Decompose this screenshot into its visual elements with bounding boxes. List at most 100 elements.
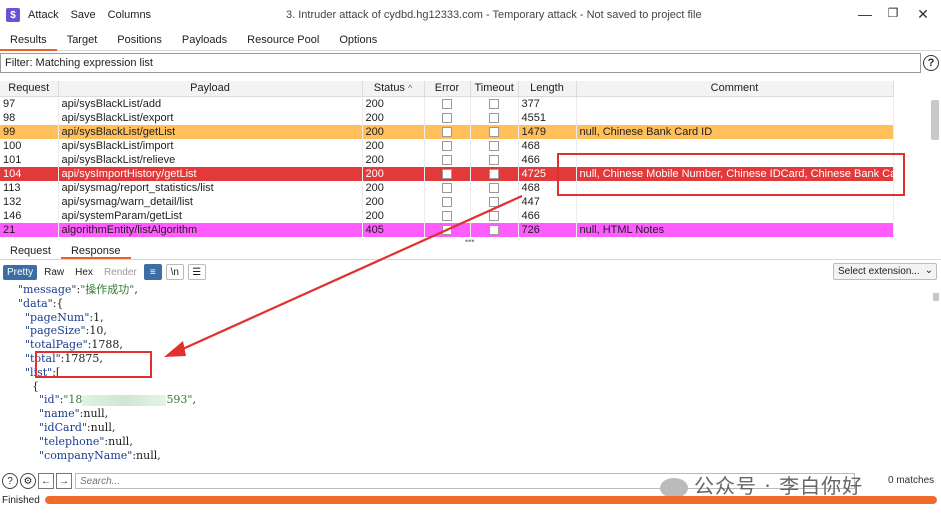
message-tabs: Request Response: [0, 242, 941, 260]
cell-length: 726: [518, 222, 577, 237]
code-line: "totalPage":1788,: [24, 338, 123, 352]
cell-error: [424, 208, 471, 223]
cell-payload: algorithmEntity/listAlgorithm: [58, 222, 363, 237]
main-tabs: Results Target Positions Payloads Resour…: [0, 31, 941, 51]
tab-results[interactable]: Results: [0, 31, 57, 51]
error-checkbox[interactable]: [442, 98, 452, 109]
timeout-checkbox[interactable]: [489, 224, 499, 235]
cell-status: 405: [362, 222, 425, 237]
raw-button[interactable]: Raw: [40, 265, 68, 280]
timeout-checkbox[interactable]: [489, 154, 499, 165]
table-row[interactable]: 21 algorithmEntity/listAlgorithm 405 726…: [0, 222, 894, 237]
close-icon[interactable]: ✕: [913, 6, 933, 23]
cell-error: [424, 110, 471, 125]
cell-request: 101: [0, 152, 59, 167]
error-checkbox[interactable]: [442, 126, 452, 137]
cell-error: [424, 166, 471, 181]
progress-fill: [45, 496, 937, 504]
cell-timeout: [470, 208, 519, 223]
cell-status: 200: [362, 194, 425, 209]
table-row[interactable]: 146 api/systemParam/getList 200 466: [0, 208, 894, 223]
error-checkbox[interactable]: [442, 112, 452, 123]
timeout-checkbox[interactable]: [489, 98, 499, 109]
tab-payloads[interactable]: Payloads: [172, 31, 237, 51]
error-checkbox[interactable]: [442, 154, 452, 165]
cell-length: 377: [518, 96, 577, 111]
error-checkbox[interactable]: [442, 182, 452, 193]
code-line: "message":"操作成功",: [18, 283, 138, 296]
cell-error: [424, 194, 471, 209]
filter-bar[interactable]: Filter: Matching expression list: [0, 53, 921, 73]
render-button[interactable]: Render: [100, 265, 141, 280]
menu-attack[interactable]: Attack: [28, 9, 59, 21]
error-checkbox[interactable]: [442, 224, 452, 235]
col-timeout[interactable]: Timeout: [470, 81, 519, 97]
table-row[interactable]: 98 api/sysBlackList/export 200 4551: [0, 110, 894, 125]
col-payload[interactable]: Payload: [58, 81, 363, 97]
menu-icon[interactable]: ☰: [187, 264, 206, 280]
cell-status: 200: [362, 180, 425, 195]
cell-payload: api/sysmag/warn_detail/list: [58, 194, 363, 209]
table-scrollbar[interactable]: [931, 100, 939, 140]
timeout-checkbox[interactable]: [489, 112, 499, 123]
tab-response[interactable]: Response: [60, 242, 131, 259]
menu-save[interactable]: Save: [71, 9, 96, 21]
timeout-checkbox[interactable]: [489, 168, 499, 179]
table-row[interactable]: 99 api/sysBlackList/getList 200 1479 nul…: [0, 124, 894, 139]
select-extension-dropdown[interactable]: Select extension... ⌄: [833, 263, 937, 280]
cell-timeout: [470, 96, 519, 111]
timeout-checkbox[interactable]: [489, 196, 499, 207]
cell-comment: [576, 96, 894, 111]
newline-icon[interactable]: \n: [165, 264, 184, 280]
hex-button[interactable]: Hex: [71, 265, 97, 280]
cell-payload: api/sysBlackList/export: [58, 110, 363, 125]
restore-icon[interactable]: ❐: [883, 6, 903, 20]
col-comment[interactable]: Comment: [576, 81, 894, 97]
error-checkbox[interactable]: [442, 140, 452, 151]
error-checkbox[interactable]: [442, 210, 452, 221]
timeout-checkbox[interactable]: [489, 210, 499, 221]
burp-logo-icon: $: [6, 8, 20, 22]
cell-status: 200: [362, 152, 425, 167]
minimize-icon[interactable]: —: [855, 6, 875, 22]
tab-resource-pool[interactable]: Resource Pool: [237, 31, 329, 51]
cell-payload: api/systemParam/getList: [58, 208, 363, 223]
timeout-checkbox[interactable]: [489, 126, 499, 137]
col-error[interactable]: Error: [424, 81, 471, 97]
forward-arrow-icon[interactable]: →: [56, 473, 72, 489]
wrap-lines-icon[interactable]: ≡: [143, 264, 162, 280]
tab-request[interactable]: Request: [0, 242, 61, 259]
help-button[interactable]: ?: [922, 53, 940, 73]
gear-icon[interactable]: ⚙: [20, 473, 36, 489]
col-length[interactable]: Length: [518, 81, 577, 97]
cell-payload: api/sysBlackList/relieve: [58, 152, 363, 167]
table-header-row: Request Payload Status ^ Error Timeout L…: [0, 81, 894, 97]
col-request[interactable]: Request: [0, 81, 59, 97]
cell-status: 200: [362, 124, 425, 139]
cell-error: [424, 222, 471, 237]
timeout-checkbox[interactable]: [489, 182, 499, 193]
table-row[interactable]: 97 api/sysBlackList/add 200 377: [0, 96, 894, 111]
menu-columns[interactable]: Columns: [108, 9, 151, 21]
cell-status: 200: [362, 96, 425, 111]
pretty-button[interactable]: Pretty: [3, 264, 38, 280]
cell-timeout: [470, 194, 519, 209]
tab-positions[interactable]: Positions: [107, 31, 172, 51]
error-checkbox[interactable]: [442, 168, 452, 179]
help-icon[interactable]: ?: [2, 473, 18, 489]
code-line: "companyName":null,: [38, 448, 161, 462]
annotation-box-total: [35, 351, 152, 378]
back-arrow-icon[interactable]: ←: [38, 473, 54, 489]
cell-payload: api/sysBlackList/add: [58, 96, 363, 111]
timeout-checkbox[interactable]: [489, 140, 499, 151]
table-row[interactable]: 132 api/sysmag/warn_detail/list 200 447: [0, 194, 894, 209]
tab-options[interactable]: Options: [329, 31, 387, 51]
cell-request: 132: [0, 194, 59, 209]
cell-request: 99: [0, 124, 59, 139]
cell-status: 200: [362, 166, 425, 181]
error-checkbox[interactable]: [442, 196, 452, 207]
table-row[interactable]: 100 api/sysBlackList/import 200 468: [0, 138, 894, 153]
col-status[interactable]: Status ^: [362, 81, 425, 97]
response-scrollbar[interactable]: [933, 293, 939, 301]
tab-target[interactable]: Target: [57, 31, 108, 51]
